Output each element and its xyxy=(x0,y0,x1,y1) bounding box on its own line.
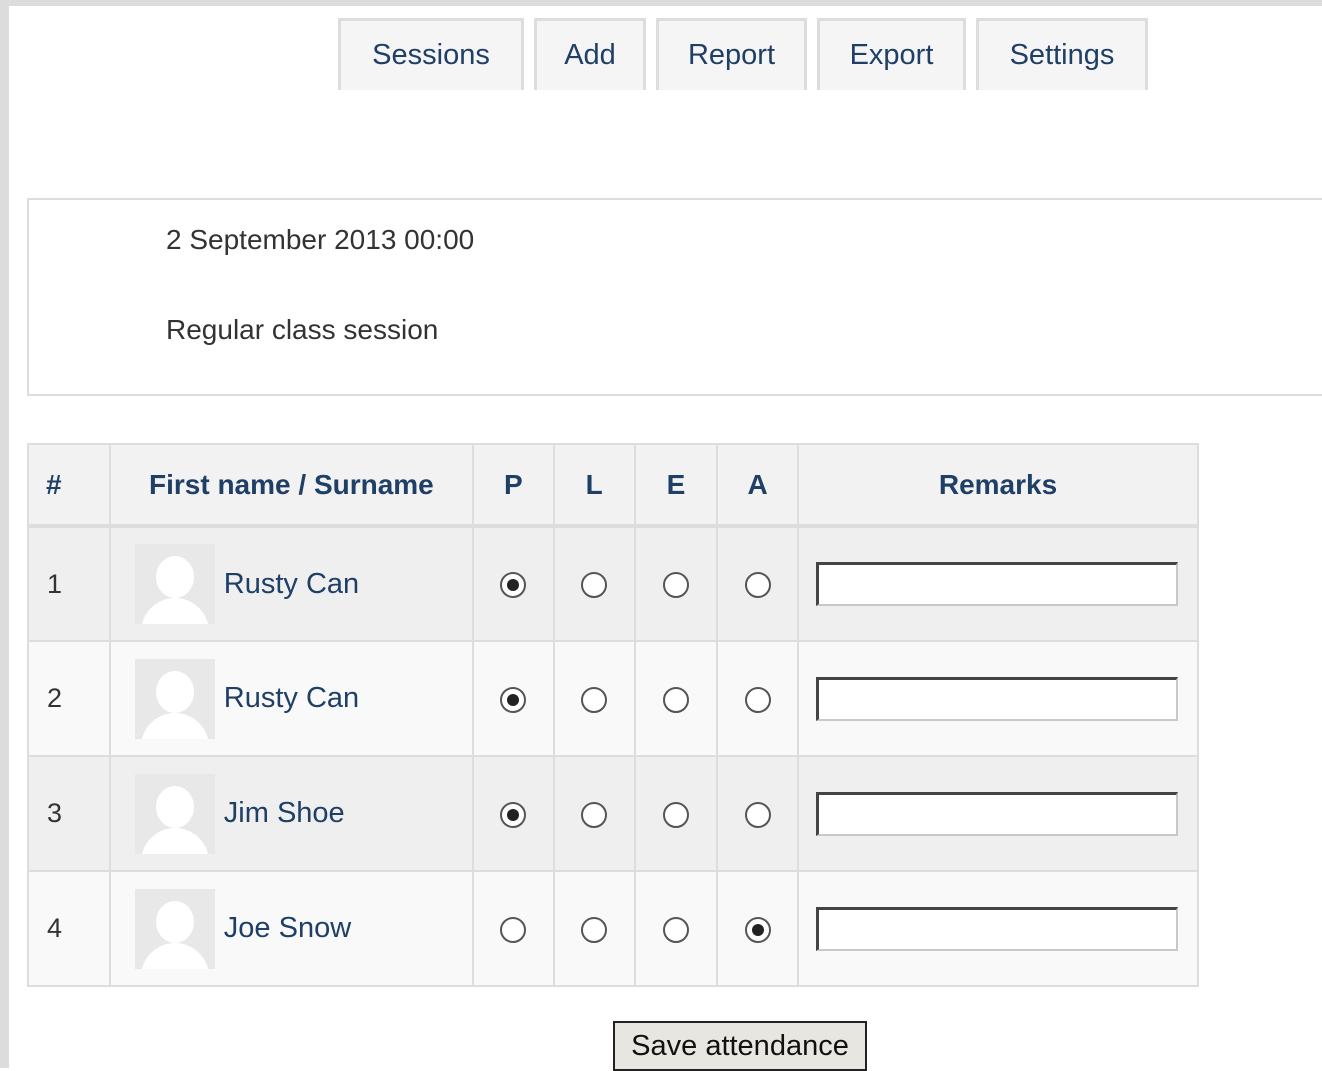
header-absent[interactable]: A xyxy=(716,443,800,528)
status-cell-a xyxy=(716,640,800,757)
status-cell-p xyxy=(472,870,555,987)
user-name-link[interactable]: Rusty Can xyxy=(224,568,359,601)
header-remarks: Remarks xyxy=(797,443,1199,528)
avatar-shoulders-shape xyxy=(140,942,209,969)
status-cell-e xyxy=(633,755,719,872)
user-name-link[interactable]: Rusty Can xyxy=(224,682,359,715)
status-radio-a[interactable] xyxy=(744,572,771,599)
status-cell-a xyxy=(716,870,800,987)
status-radio-a[interactable] xyxy=(744,916,771,943)
table-row: 3 Jim Shoe xyxy=(27,755,1199,872)
header-late[interactable]: L xyxy=(552,443,636,528)
status-cell-l xyxy=(552,755,636,872)
status-radio-l[interactable] xyxy=(581,916,608,943)
status-radio-e[interactable] xyxy=(662,916,689,943)
status-radio-e[interactable] xyxy=(662,686,689,713)
tab-add[interactable]: Add xyxy=(534,18,646,90)
header-excused[interactable]: E xyxy=(633,443,719,528)
table-row: 2 Rusty Can xyxy=(27,640,1199,757)
remarks-cell xyxy=(797,640,1199,757)
user-cell: Rusty Can xyxy=(108,640,475,757)
avatar-head-shape xyxy=(155,556,194,598)
user-name-link[interactable]: Jim Shoe xyxy=(224,797,345,830)
user-cell-content: Rusty Can xyxy=(111,544,472,624)
status-radio-p[interactable] xyxy=(500,572,527,599)
avatar-head-shape xyxy=(155,900,194,943)
user-cell: Joe Snow xyxy=(108,870,475,987)
avatar[interactable] xyxy=(134,544,215,624)
status-cell-p xyxy=(472,755,555,872)
avatar-shoulders-shape xyxy=(140,598,209,624)
table-row: 1 Rusty Can xyxy=(27,525,1199,642)
status-cell-e xyxy=(633,870,719,987)
status-cell-p xyxy=(472,525,555,642)
status-radio-l[interactable] xyxy=(581,686,608,713)
window-frame-left xyxy=(0,0,9,1068)
remarks-input[interactable] xyxy=(816,791,1179,836)
status-radio-p[interactable] xyxy=(500,686,527,713)
status-cell-a xyxy=(716,755,800,872)
tab-report[interactable]: Report xyxy=(656,18,807,90)
status-cell-p xyxy=(472,640,555,757)
remarks-cell xyxy=(797,870,1199,987)
header-number: # xyxy=(27,443,111,528)
status-radio-e[interactable] xyxy=(662,801,689,828)
remarks-cell xyxy=(797,525,1199,642)
save-attendance-button[interactable]: Save attendance xyxy=(613,1021,867,1071)
user-name-link[interactable]: Joe Snow xyxy=(224,912,351,945)
tab-export[interactable]: Export xyxy=(817,18,966,90)
header-present[interactable]: P xyxy=(472,443,555,528)
status-radio-p[interactable] xyxy=(500,801,527,828)
table-header-row: # First name / Surname P L E A Remarks xyxy=(27,443,1199,528)
remarks-input[interactable] xyxy=(816,562,1179,606)
row-number: 2 xyxy=(27,640,111,757)
window-frame-top xyxy=(0,0,1322,6)
tab-bar: Sessions Add Report Export Settings xyxy=(338,18,1148,90)
user-cell: Jim Shoe xyxy=(108,755,475,872)
avatar-head-shape xyxy=(155,785,194,828)
status-cell-e xyxy=(633,640,719,757)
status-cell-a xyxy=(716,525,800,642)
attendance-table: # First name / Surname P L E A Remarks 1… xyxy=(27,443,1199,987)
status-radio-l[interactable] xyxy=(581,801,608,828)
avatar[interactable] xyxy=(134,888,215,969)
status-cell-l xyxy=(552,525,636,642)
status-radio-p[interactable] xyxy=(500,916,527,943)
user-cell-content: Rusty Can xyxy=(111,658,472,739)
status-radio-a[interactable] xyxy=(744,801,771,828)
row-number: 4 xyxy=(27,870,111,987)
status-cell-e xyxy=(633,525,719,642)
user-cell-content: Joe Snow xyxy=(111,888,472,969)
row-number: 3 xyxy=(27,755,111,872)
table-row: 4 Joe Snow xyxy=(27,870,1199,987)
avatar-shoulders-shape xyxy=(140,827,209,854)
status-cell-l xyxy=(552,640,636,757)
user-cell: Rusty Can xyxy=(108,525,475,642)
status-cell-l xyxy=(552,870,636,987)
remarks-cell xyxy=(797,755,1199,872)
header-name[interactable]: First name / Surname xyxy=(108,443,475,528)
avatar-shoulders-shape xyxy=(140,712,209,739)
session-description: Regular class session xyxy=(166,314,439,345)
row-number: 1 xyxy=(27,525,111,642)
avatar[interactable] xyxy=(134,773,215,854)
status-radio-l[interactable] xyxy=(581,572,608,599)
session-date: 2 September 2013 00:00 xyxy=(166,224,475,255)
remarks-input[interactable] xyxy=(816,906,1179,951)
avatar-head-shape xyxy=(155,670,194,713)
status-radio-e[interactable] xyxy=(662,572,689,599)
session-info-box: 2 September 2013 00:00 Regular class ses… xyxy=(27,198,1322,396)
avatar[interactable] xyxy=(134,658,215,739)
tab-settings[interactable]: Settings xyxy=(976,18,1148,90)
status-radio-a[interactable] xyxy=(744,686,771,713)
remarks-input[interactable] xyxy=(816,676,1179,721)
user-cell-content: Jim Shoe xyxy=(111,773,472,854)
tab-sessions[interactable]: Sessions xyxy=(338,18,524,90)
